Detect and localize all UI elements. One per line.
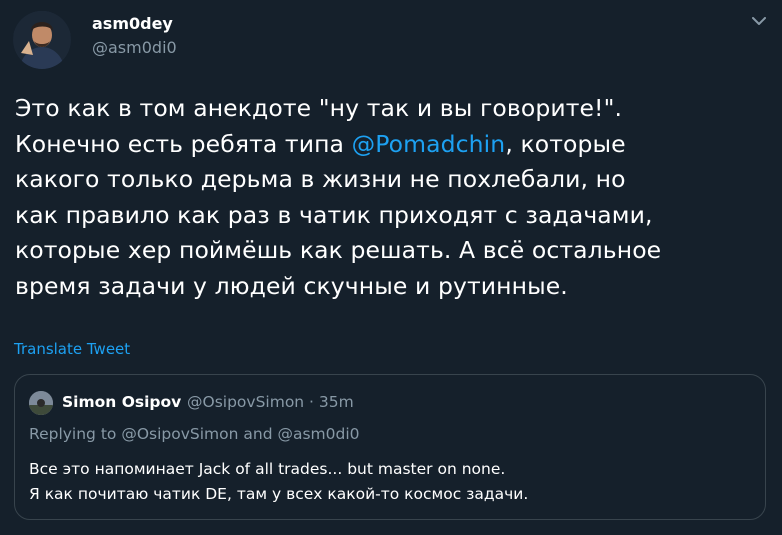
chevron-down-icon: [752, 16, 766, 25]
avatar-image: [13, 11, 71, 69]
author-handle[interactable]: @asm0di0: [92, 38, 177, 57]
quote-author-handle: @OsipovSimon · 35m: [187, 393, 354, 411]
quote-author-avatar: [29, 391, 53, 415]
mention-link[interactable]: @Pomadchin: [352, 130, 506, 158]
translate-tweet-link[interactable]: Translate Tweet: [14, 340, 130, 358]
reply-mention-asm0di0[interactable]: @asm0di0: [277, 425, 359, 443]
tweet-text: Это как в том анекдоте "ну так и вы гово…: [15, 91, 777, 304]
reply-prefix: Replying to: [29, 425, 122, 443]
quote-author-name: Simon Osipov: [62, 393, 182, 411]
author-name[interactable]: asm0dey: [92, 14, 173, 33]
quote-replying-to: Replying to @OsipovSimon and @asm0di0: [29, 425, 360, 443]
reply-and: and: [238, 425, 278, 443]
tweet-menu-button[interactable]: [748, 10, 770, 32]
reply-mention-osipovsimon[interactable]: @OsipovSimon: [121, 425, 238, 443]
quote-avatar-image: [29, 391, 53, 415]
quoted-tweet[interactable]: Simon Osipov @OsipovSimon · 35m Replying…: [14, 374, 766, 520]
author-avatar[interactable]: [13, 11, 71, 69]
quote-text: Все это напоминает Jack of all trades...…: [29, 460, 529, 503]
